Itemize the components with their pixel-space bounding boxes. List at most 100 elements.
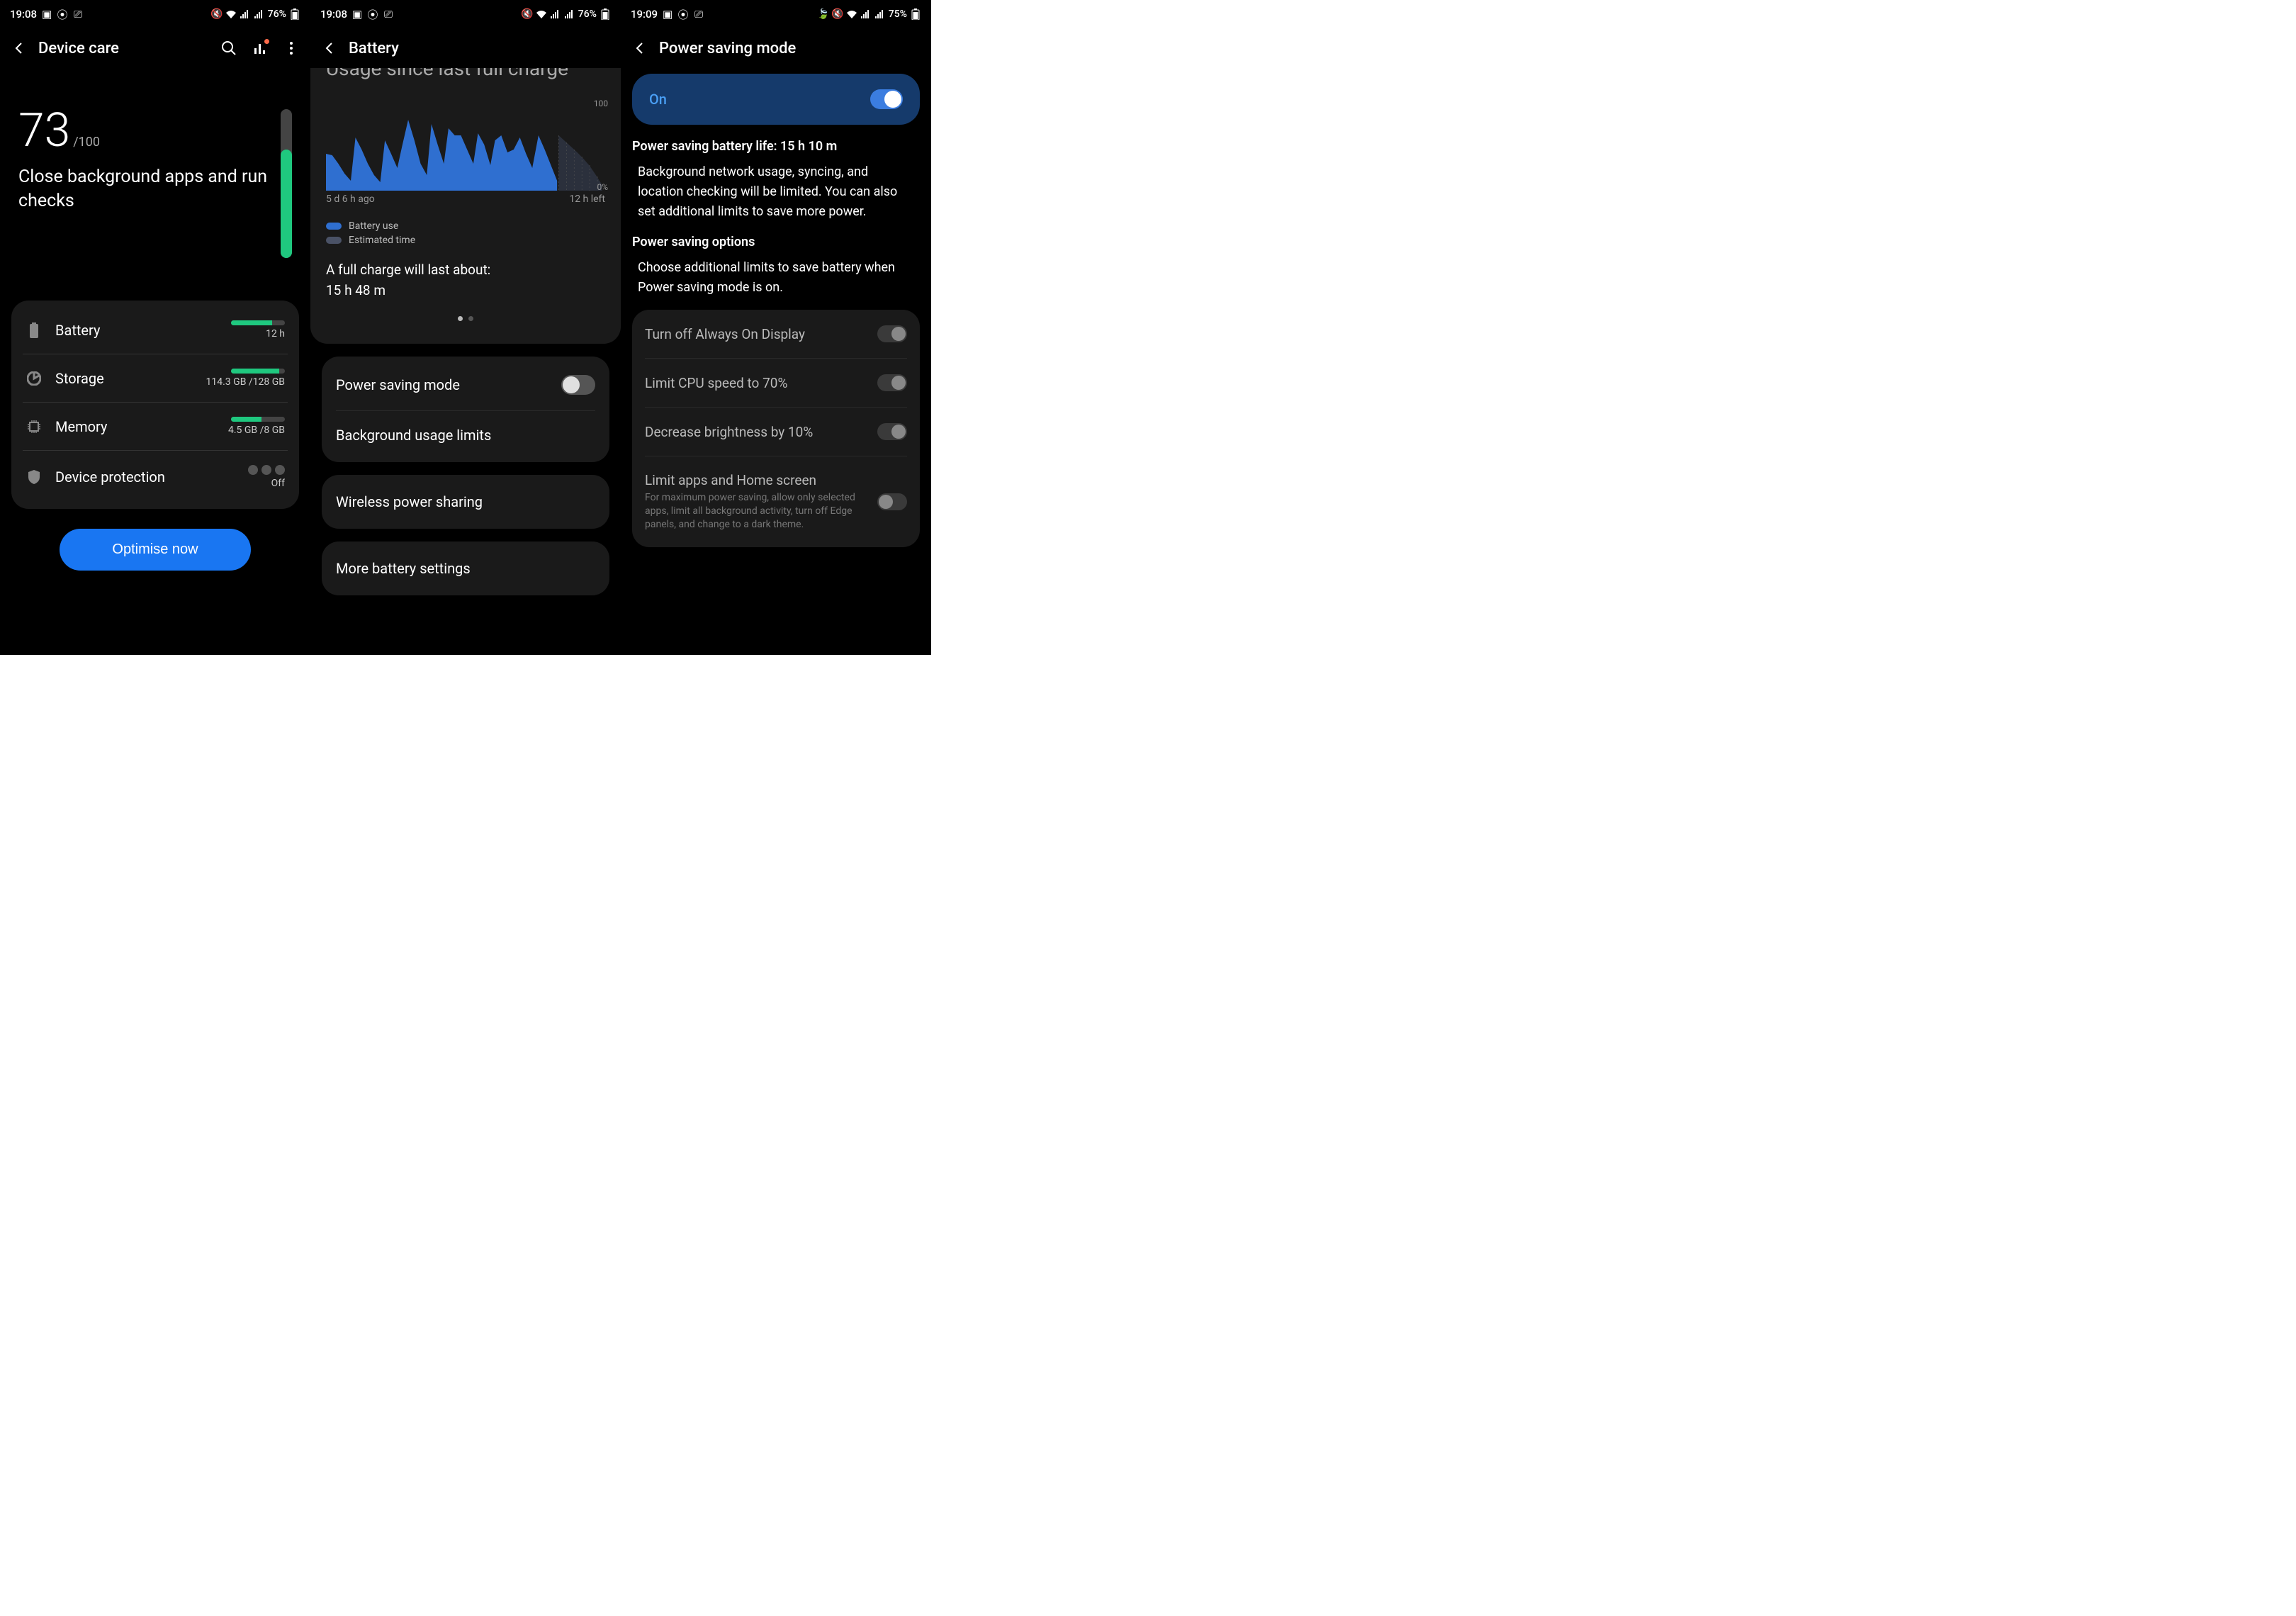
cpu-row[interactable]: Limit CPU speed to 70% [645, 359, 907, 408]
device-care-screen: 19:08 ▣ ⦿ ⎚ 🔇 76% Device care [0, 0, 310, 655]
item-label: Battery [55, 322, 218, 339]
life-label: Power saving battery life: 15 h 10 m [632, 139, 920, 154]
chart-x-right: 12 h left [569, 193, 605, 205]
storage-item[interactable]: Storage 114.3 GB /128 GB [23, 354, 288, 403]
option-label: Power saving mode [336, 376, 561, 393]
opt-label: Limit apps and Home screen [645, 472, 869, 488]
category-list: Battery 12 h Storage 114.3 GB /128 GB Me… [11, 301, 299, 509]
chart-legend: Battery use Estimated time [326, 219, 605, 247]
signal-icon-2 [254, 9, 265, 20]
status-time: 19:08 [10, 8, 37, 21]
opts-desc: Choose additional limits to save battery… [632, 258, 920, 298]
battery-item[interactable]: Battery 12 h [23, 306, 288, 354]
y-top: 100 [594, 99, 608, 108]
back-button[interactable] [11, 40, 27, 56]
record-icon: ⦿ [367, 9, 378, 20]
power-saving-row[interactable]: Power saving mode [336, 359, 595, 411]
opt-label: Limit CPU speed to 70% [645, 375, 869, 391]
item-label: Storage [55, 370, 193, 387]
legend-est: Estimated time [349, 235, 415, 246]
legend-use: Battery use [349, 220, 398, 232]
battery-icon [600, 9, 611, 20]
on-label: On [649, 91, 667, 108]
optimise-button[interactable]: Optimise now [60, 529, 251, 571]
search-icon[interactable] [221, 40, 237, 56]
power-saving-screen: 19:09 ▣ ⦿ ⎚ 🍃 🔇 75% Power saving mode On… [621, 0, 931, 655]
page-title: Battery [349, 40, 609, 57]
options-card: Turn off Always On Display Limit CPU spe… [632, 310, 920, 547]
score-bar-fill [281, 150, 292, 258]
options-card-2: Wireless power sharing [322, 475, 609, 529]
charge-estimate: A full charge will last about: 15 h 48 m [326, 260, 605, 301]
chart-x-left: 5 d 6 h ago [326, 193, 375, 205]
usage-card[interactable]: Usage since last full charge 100 0% 5 d … [310, 68, 621, 344]
limit-apps-toggle[interactable] [877, 493, 907, 510]
score-bar [281, 109, 292, 258]
options-card-3: More battery settings [322, 542, 609, 595]
image-icon: ▣ [662, 9, 673, 20]
power-saving-toggle[interactable] [561, 375, 595, 395]
battery-icon [910, 9, 921, 20]
opt-desc: For maximum power saving, allow only sel… [645, 491, 869, 532]
status-time: 19:08 [320, 8, 347, 21]
cc-icon: ⎚ [693, 9, 704, 20]
aod-row[interactable]: Turn off Always On Display [645, 310, 907, 359]
cc-icon: ⎚ [383, 9, 394, 20]
cc-icon: ⎚ [72, 9, 84, 20]
record-icon: ⦿ [57, 9, 68, 20]
item-value: 12 h [266, 328, 285, 340]
cpu-toggle[interactable] [877, 374, 907, 391]
usage-title: Usage since last full charge [326, 68, 605, 80]
memory-item[interactable]: Memory 4.5 GB /8 GB [23, 403, 288, 451]
brightness-toggle[interactable] [877, 423, 907, 440]
master-toggle[interactable] [870, 89, 903, 109]
image-icon: ▣ [351, 9, 363, 20]
more-settings-row[interactable]: More battery settings [336, 544, 595, 593]
item-label: Memory [55, 418, 215, 435]
page-title: Power saving mode [659, 40, 920, 57]
item-value: 4.5 GB /8 GB [228, 425, 285, 436]
dots-meter [248, 465, 285, 475]
header: Device care [0, 28, 310, 68]
score-desc: Close background apps and run checks [18, 165, 268, 213]
chart-icon[interactable] [252, 40, 268, 56]
more-icon[interactable] [283, 40, 299, 56]
status-bar: 19:08 ▣ ⦿ ⎚ 🔇 76% [310, 0, 621, 28]
opt-label: Decrease brightness by 10% [645, 424, 869, 440]
battery-icon [26, 322, 43, 339]
score-section: 73/100 Close background apps and run che… [11, 68, 299, 272]
memory-icon [26, 418, 43, 435]
back-button[interactable] [322, 40, 337, 56]
battery-icon [289, 9, 300, 20]
signal-icon [860, 9, 872, 20]
aod-toggle[interactable] [877, 325, 907, 342]
image-icon: ▣ [41, 9, 52, 20]
background-limits-row[interactable]: Background usage limits [336, 411, 595, 459]
y-bot: 0% [597, 182, 608, 192]
brightness-row[interactable]: Decrease brightness by 10% [645, 408, 907, 456]
battery-pct: 75% [889, 9, 907, 20]
limit-apps-row[interactable]: Limit apps and Home screen For maximum p… [645, 456, 907, 547]
option-label: Wireless power sharing [336, 493, 595, 510]
record-icon: ⦿ [677, 9, 689, 20]
opt-label: Turn off Always On Display [645, 326, 869, 342]
wifi-icon [225, 9, 237, 20]
wireless-power-row[interactable]: Wireless power sharing [336, 478, 595, 526]
chart-svg [326, 99, 605, 191]
signal-icon [550, 9, 561, 20]
score-value: 73 [18, 103, 70, 158]
signal-icon-2 [874, 9, 886, 20]
page-title: Device care [38, 40, 210, 57]
storage-icon [26, 370, 43, 387]
mute-icon: 🔇 [211, 9, 223, 20]
on-card[interactable]: On [632, 74, 920, 125]
protection-item[interactable]: Device protection Off [23, 451, 288, 503]
status-time: 19:09 [631, 8, 658, 21]
header: Power saving mode [621, 28, 931, 68]
options-card-1: Power saving mode Background usage limit… [322, 357, 609, 462]
status-bar: 19:09 ▣ ⦿ ⎚ 🍃 🔇 75% [621, 0, 931, 28]
back-button[interactable] [632, 40, 648, 56]
battery-chart: 100 0% 5 d 6 h ago 12 h left [326, 99, 605, 212]
mute-icon: 🔇 [522, 9, 533, 20]
shield-icon [26, 468, 43, 486]
